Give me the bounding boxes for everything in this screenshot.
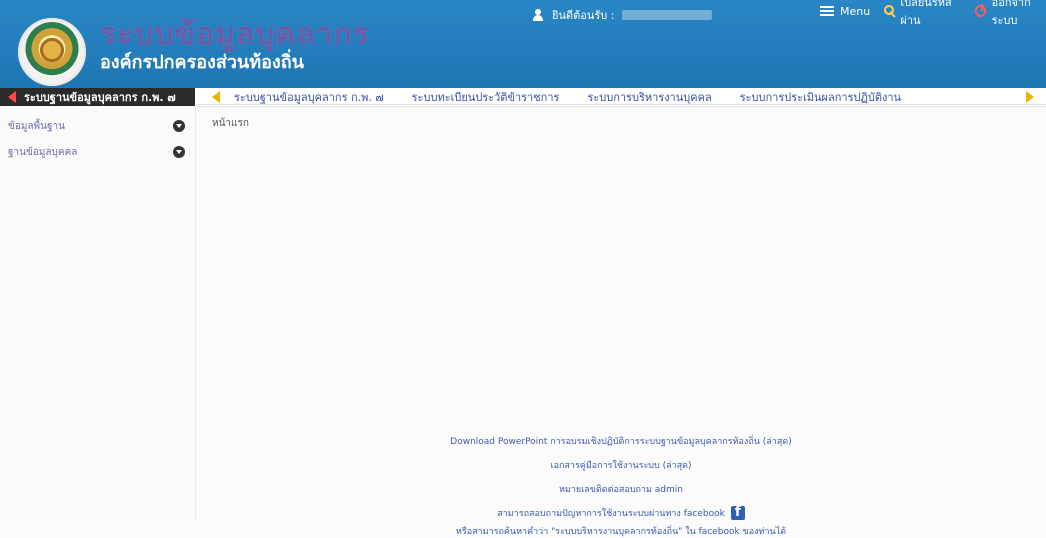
sidebar-item-basic-data[interactable]: ข้อมูลพื้นฐาน — [0, 116, 195, 136]
power-icon — [974, 4, 986, 17]
app-header: ระบบข้อมูลบุคลากร องค์กรปกครองส่วนท้องถิ… — [0, 0, 1046, 90]
admin-contact-link[interactable]: หมายเลขติดต่อสอบถาม admin — [559, 482, 683, 496]
hamburger-icon — [820, 6, 834, 16]
logo-emblem — [40, 38, 64, 62]
sidebar-header-title: ระบบฐานข้อมูลบุคลากร ก.พ. ๗ — [24, 91, 176, 104]
user-name-redacted — [622, 10, 713, 20]
sidebar: ข้อมูลพื้นฐาน ฐานข้อมูลบุคคล — [0, 106, 196, 522]
facebook-support-text[interactable]: สามารถสอบถามปัญหาการใช้งานระบบผ่านทาง fa… — [497, 506, 725, 520]
facebook-icon[interactable] — [730, 504, 745, 520]
user-info: ยินดีต้อนรับ : — [532, 6, 713, 24]
user-manual-link[interactable]: เอกสารคู่มือการใช้งานระบบ (ล่าสุด) — [551, 458, 692, 472]
change-password-button[interactable]: เปลี่ยนรหัสผ่าน — [884, 0, 961, 29]
scroll-left-icon[interactable] — [212, 91, 220, 103]
expand-icon[interactable] — [173, 146, 185, 158]
scroll-right-icon[interactable] — [1026, 91, 1034, 103]
sidebar-item-label: ฐานข้อมูลบุคคล — [8, 146, 78, 158]
collapse-sidebar-icon[interactable] — [8, 91, 16, 103]
app-title: ระบบข้อมูลบุคลากร — [100, 17, 370, 52]
facebook-support-line: สามารถสอบถามปัญหาการใช้งานระบบผ่านทาง fa… — [497, 504, 745, 520]
key-icon — [884, 5, 895, 17]
facebook-search-note: หรือสามารถค้นหาคำว่า "ระบบบริหารงานบุคลา… — [455, 527, 787, 537]
footer-links: Download PowerPoint การอบรมเชิงปฏิบัติกา… — [196, 434, 1046, 538]
welcome-label: ยินดีต้อนรับ : — [552, 9, 615, 22]
sidebar-item-label: ข้อมูลพื้นฐาน — [8, 120, 65, 132]
organization-logo — [18, 18, 86, 86]
sidebar-item-personnel-database[interactable]: ฐานข้อมูลบุคคล — [0, 142, 195, 162]
logout-button[interactable]: ออกจากระบบ — [974, 0, 1046, 29]
menu-label: Menu — [840, 4, 871, 18]
change-password-label: เปลี่ยนรหัสผ่าน — [900, 0, 952, 27]
menu-divider — [196, 104, 1046, 105]
expand-icon[interactable] — [173, 120, 185, 132]
top-actions: Menu เปลี่ยนรหัสผ่าน ออกจากระบบ — [820, 0, 1046, 27]
sidebar-header[interactable]: ระบบฐานข้อมูลบุคลากร ก.พ. ๗ — [0, 88, 195, 106]
main-content: หน้าแรก Download PowerPoint การอบรมเชิงป… — [196, 106, 1046, 537]
download-powerpoint-link[interactable]: Download PowerPoint การอบรมเชิงปฏิบัติกา… — [450, 434, 791, 448]
page-title: หน้าแรก — [212, 118, 249, 129]
logout-label: ออกจากระบบ — [991, 0, 1031, 27]
app-subtitle: องค์กรปกครองส่วนท้องถิ่น — [100, 52, 304, 73]
user-icon — [532, 9, 544, 21]
menu-button[interactable]: Menu — [820, 5, 870, 18]
